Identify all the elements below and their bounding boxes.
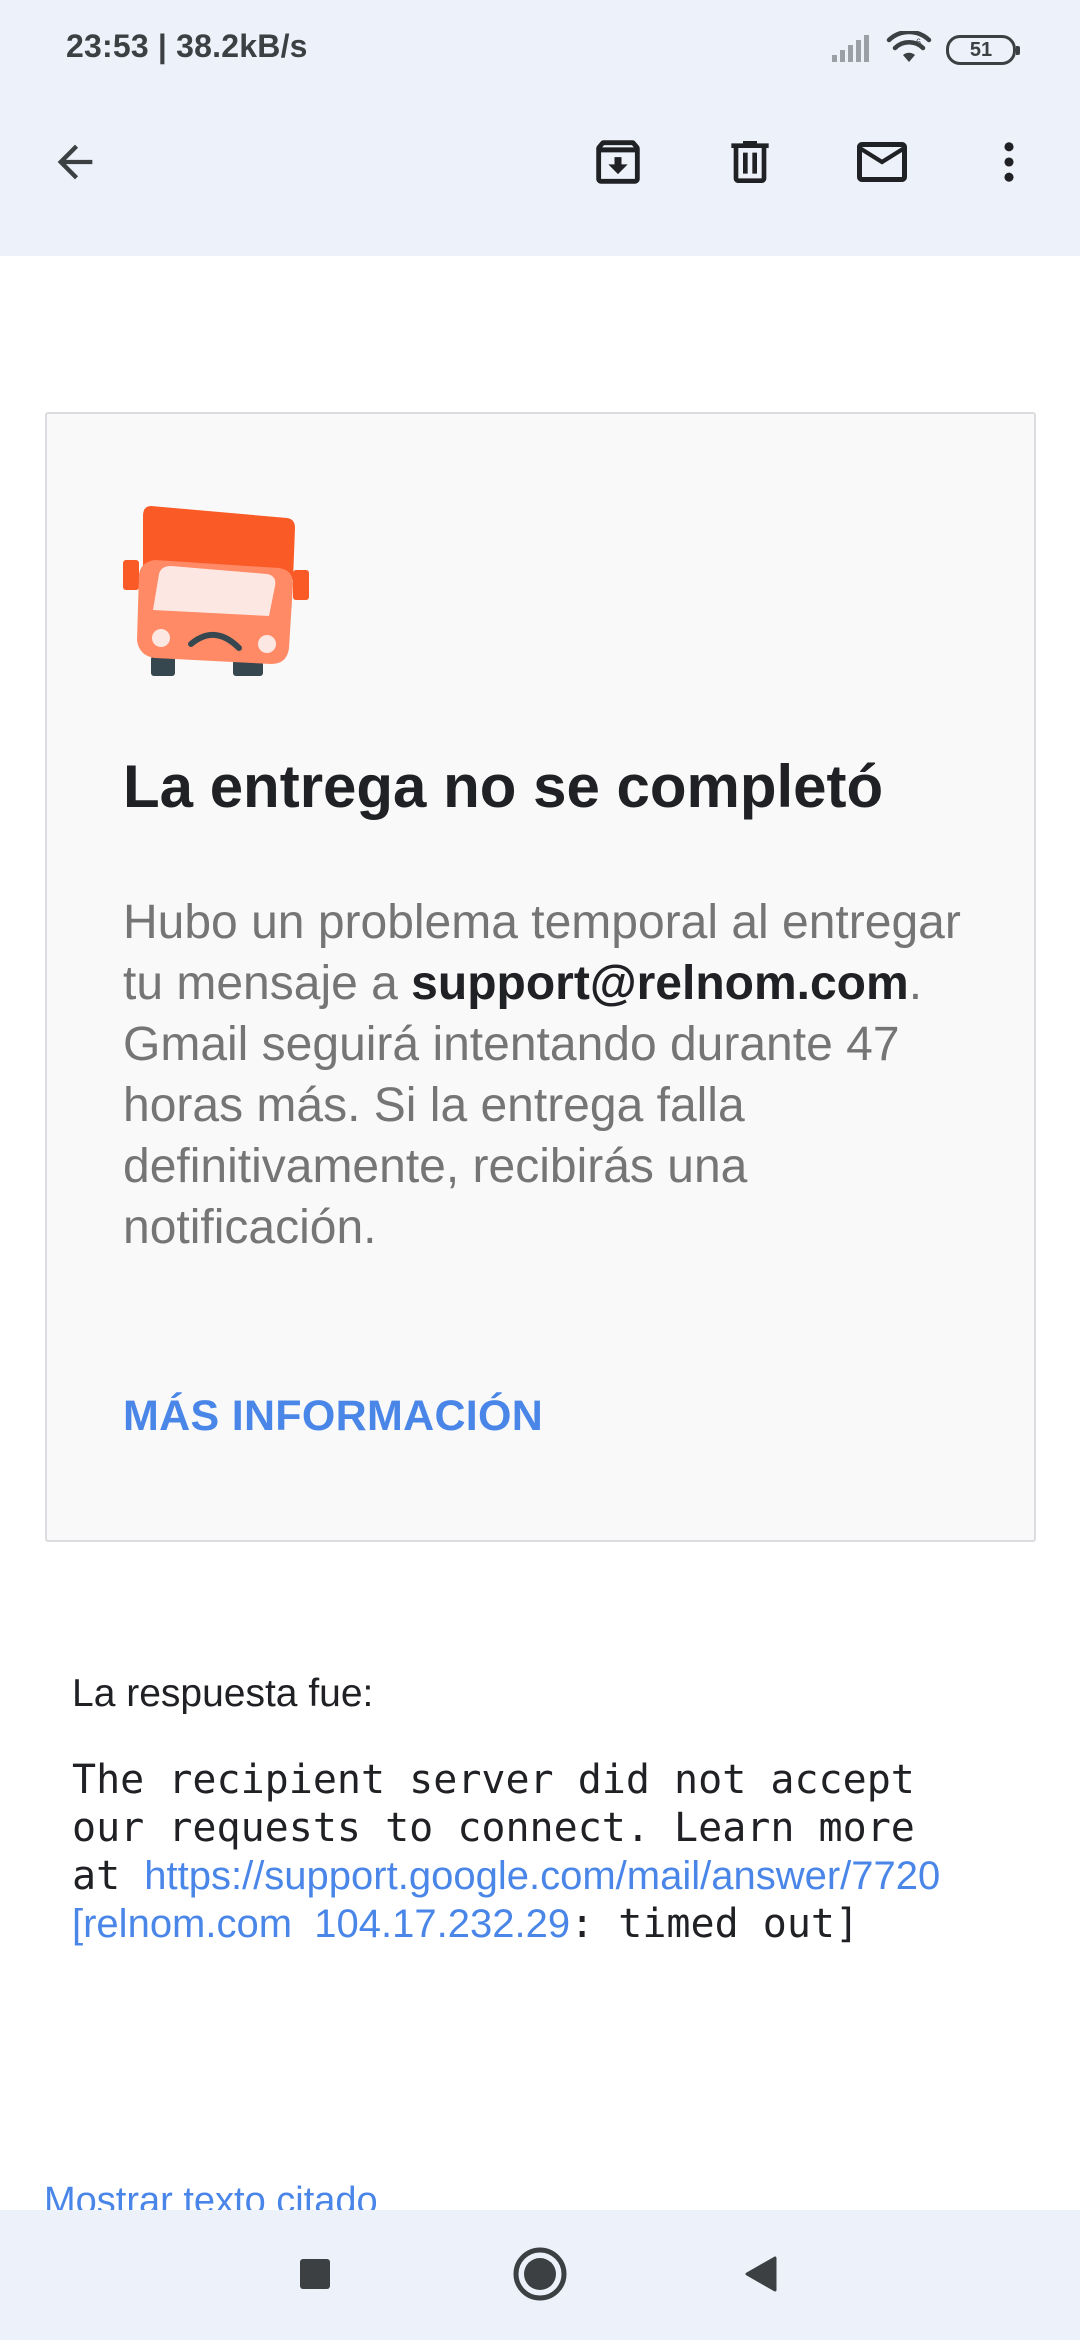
response-line-2: our requests to connect. Learn more	[72, 1805, 915, 1851]
wifi-icon: 6	[886, 29, 932, 70]
response-label: La respuesta fue:	[72, 1672, 374, 1715]
more-info-link[interactable]: MÁS INFORMACIÓN	[123, 1392, 543, 1441]
circle-icon	[512, 2246, 568, 2307]
arrow-back-icon	[49, 136, 101, 193]
square-icon	[298, 2257, 332, 2296]
trash-icon	[722, 134, 778, 195]
archive-icon	[589, 133, 647, 196]
battery-indicator: 51	[946, 35, 1020, 65]
card-title: La entrega no se completó	[123, 753, 884, 820]
card-body: Hubo un problema temporal al entregar tu…	[123, 892, 993, 1258]
archive-button[interactable]	[582, 128, 654, 200]
mark-unread-button[interactable]	[846, 128, 918, 200]
server-address-link[interactable]: [relnom.com 104.17.232.29	[72, 1902, 570, 1946]
status-time: 23:53 | 38.2kB/s	[66, 28, 308, 64]
more-options-button[interactable]	[973, 128, 1045, 200]
more-vert-icon	[983, 136, 1035, 193]
mail-icon	[852, 132, 912, 197]
system-nav-bar	[0, 2210, 1080, 2340]
battery-level: 51	[969, 38, 993, 61]
back-button[interactable]	[39, 128, 111, 200]
signal-icon	[830, 33, 872, 68]
recents-button[interactable]	[279, 2240, 351, 2312]
server-response: The recipient server did not accept our …	[72, 1756, 1062, 1948]
status-icons: 6 51	[830, 29, 1020, 70]
top-bar: 23:53 | 38.2kB/s 6 51	[0, 0, 1080, 256]
response-line-4-suffix: : timed out]	[570, 1901, 860, 1947]
response-line-3-prefix: at	[72, 1853, 145, 1899]
support-link[interactable]: https://support.google.com/mail/answer/7…	[144, 1854, 940, 1898]
recipient-address: support@relnom.com	[411, 957, 909, 1010]
delete-button[interactable]	[714, 128, 786, 200]
home-button[interactable]	[504, 2240, 576, 2312]
back-nav-button[interactable]	[725, 2240, 797, 2312]
sad-truck-icon	[121, 488, 311, 683]
svg-text:6: 6	[916, 37, 921, 47]
delivery-status-card: La entrega no se completó Hubo un proble…	[45, 412, 1036, 1542]
response-line-1: The recipient server did not accept	[72, 1757, 915, 1803]
triangle-back-icon	[741, 2254, 781, 2299]
